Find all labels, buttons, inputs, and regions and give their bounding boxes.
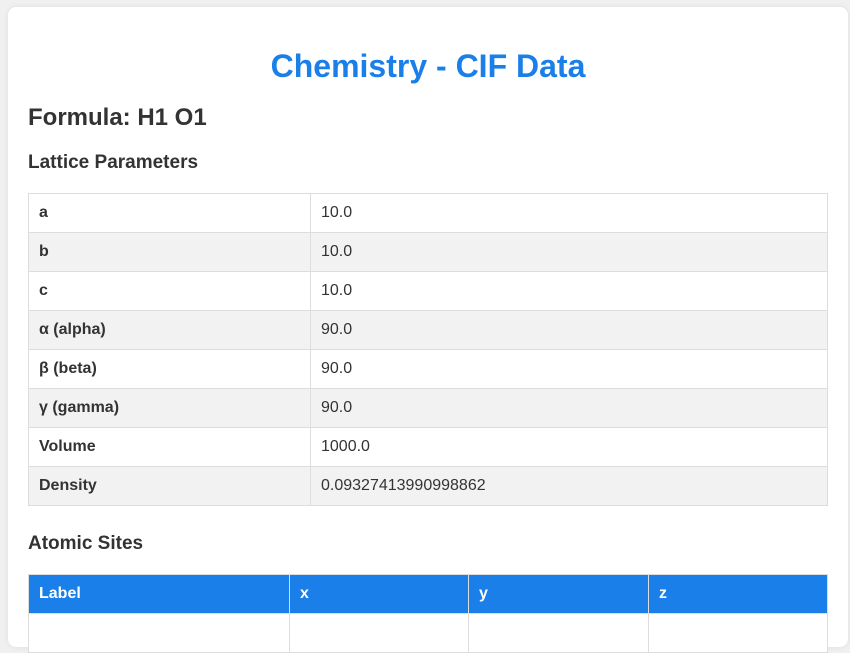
column-header-label: Label (28, 574, 290, 614)
page-title: Chemistry - CIF Data (270, 48, 586, 84)
param-value: 1000.0 (310, 427, 828, 467)
table-row: α (alpha) 90.0 (28, 310, 828, 350)
content-card: Chemistry - CIF Data Formula: H1 O1 Latt… (8, 7, 848, 653)
table-row: b 10.0 (28, 232, 828, 272)
table-row: β (beta) 90.0 (28, 349, 828, 389)
atomic-sites-table: Label x y z (28, 574, 828, 653)
table-cell (648, 613, 828, 653)
table-row (28, 613, 828, 653)
param-name: β (beta) (28, 349, 311, 389)
column-header-z: z (648, 574, 828, 614)
lattice-parameters-heading: Lattice Parameters (28, 152, 199, 173)
table-row: Volume 1000.0 (28, 427, 828, 467)
param-name: b (28, 232, 311, 272)
table-cell (28, 613, 290, 653)
param-name: Volume (28, 427, 311, 467)
param-value: 90.0 (310, 310, 828, 350)
atomic-sites-heading: Atomic Sites (28, 533, 144, 554)
table-cell (289, 613, 469, 653)
param-name: c (28, 271, 311, 311)
table-row: a 10.0 (28, 193, 828, 233)
formula-heading: Formula: H1 O1 (28, 104, 207, 131)
param-name: a (28, 193, 311, 233)
column-header-x: x (289, 574, 469, 614)
table-cell (468, 613, 649, 653)
param-value: 90.0 (310, 349, 828, 389)
param-name: Density (28, 466, 311, 506)
table-row: c 10.0 (28, 271, 828, 311)
param-value: 0.09327413990998862 (310, 466, 828, 506)
param-value: 10.0 (310, 271, 828, 311)
table-row: γ (gamma) 90.0 (28, 388, 828, 428)
param-value: 90.0 (310, 388, 828, 428)
param-value: 10.0 (310, 193, 828, 233)
param-name: α (alpha) (28, 310, 311, 350)
table-row: Density 0.09327413990998862 (28, 466, 828, 506)
table-header-row: Label x y z (28, 574, 828, 614)
param-name: γ (gamma) (28, 388, 311, 428)
lattice-parameters-table: a 10.0 b 10.0 c 10.0 α (alpha) 90.0 β (b… (28, 193, 828, 506)
column-header-y: y (468, 574, 649, 614)
param-value: 10.0 (310, 232, 828, 272)
